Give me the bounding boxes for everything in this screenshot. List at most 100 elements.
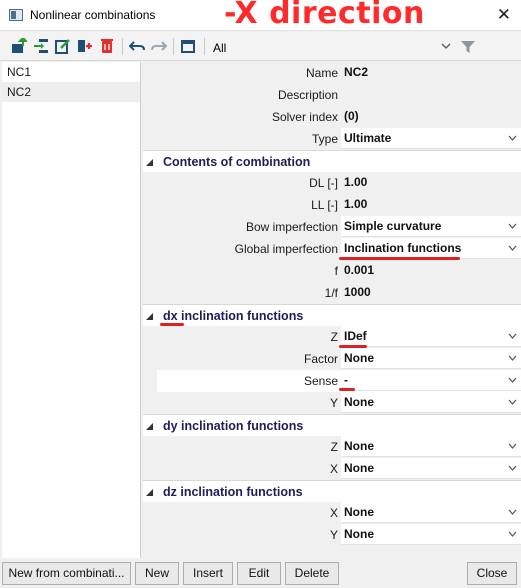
dz-x-select[interactable]: None [341, 502, 521, 523]
new-from-combination-button[interactable]: New from combinati... [2, 562, 131, 585]
annotation-underline [339, 388, 355, 391]
chevron-down-icon[interactable] [441, 42, 451, 50]
close-button[interactable]: Close [467, 562, 517, 585]
chevron-down-icon [508, 355, 517, 361]
property-label: f [334, 264, 338, 278]
property-dy-z: Z None [157, 436, 521, 458]
delete-button[interactable]: Delete [285, 562, 339, 585]
copy-icon[interactable] [77, 38, 93, 54]
new-item-icon[interactable] [11, 38, 27, 54]
section-dz-inclination-functions[interactable]: dz inclination functions [143, 480, 521, 502]
dy-x-select[interactable]: None [341, 458, 521, 479]
property-label: DL [-] [309, 176, 338, 190]
property-name: Name NC2 [157, 62, 521, 84]
property-label: Bow imperfection [245, 220, 338, 234]
insert-icon[interactable] [33, 38, 49, 54]
redo-icon[interactable] [151, 38, 167, 54]
undo-icon[interactable] [129, 38, 145, 54]
dx-z-select[interactable]: IDef [341, 326, 521, 347]
chevron-down-icon [508, 399, 517, 405]
type-value: Ultimate [344, 131, 392, 145]
type-select[interactable]: Ultimate [341, 128, 521, 149]
global-imperfection-value: Inclination functions [344, 241, 462, 255]
dz-y-select[interactable]: None [341, 524, 521, 545]
collapse-triangle-icon[interactable] [146, 423, 153, 430]
dx-y-select[interactable]: None [341, 392, 521, 413]
edit-icon[interactable] [55, 38, 71, 54]
dz-y-value: None [344, 527, 374, 541]
list-item-nc2[interactable]: NC2 [2, 82, 140, 102]
property-dy-x: X None [157, 458, 521, 480]
dx-sense-value: - [344, 373, 348, 387]
list-item-nc1[interactable]: NC1 [2, 62, 140, 82]
section-title: dz inclination functions [163, 485, 303, 499]
section-title: dy inclination functions [163, 419, 304, 433]
dy-x-value: None [344, 461, 374, 475]
solver-index-value: (0) [344, 109, 359, 123]
property-ll: LL [-] 1.00 [157, 194, 521, 216]
filter-select[interactable]: All [213, 41, 226, 55]
property-label: Type [311, 132, 338, 146]
chevron-down-icon [508, 377, 517, 383]
property-bow-imperfection: Bow imperfection Simple curvature [157, 216, 521, 238]
global-imperfection-select[interactable]: Inclination functions [341, 238, 521, 259]
collapse-triangle-icon[interactable] [146, 313, 153, 320]
chevron-down-icon [508, 333, 517, 339]
name-field[interactable]: NC2 [341, 62, 521, 83]
property-one-over-f: 1/f 1000 [157, 282, 521, 304]
bow-imperfection-select[interactable]: Simple curvature [341, 216, 521, 237]
close-window-icon[interactable]: ✕ [497, 5, 511, 25]
property-dx-y: Y None [157, 392, 521, 414]
dx-z-value: IDef [344, 329, 367, 343]
chevron-down-icon [508, 245, 517, 251]
property-description: Description [157, 84, 521, 106]
property-label: X [329, 462, 338, 476]
ll-field[interactable]: 1.00 [341, 194, 521, 215]
dx-y-value: None [344, 395, 374, 409]
property-label: X [329, 506, 338, 520]
toolbar: All [0, 32, 521, 61]
dx-factor-value: None [344, 351, 374, 365]
dx-sense-select[interactable]: - [341, 370, 521, 391]
section-dy-inclination-functions[interactable]: dy inclination functions [143, 414, 521, 436]
property-label: Sense [303, 374, 338, 388]
property-f: f 0.001 [157, 260, 521, 282]
new-button[interactable]: New [135, 562, 179, 585]
property-label: Name [305, 66, 338, 80]
property-dz-y: Y None [157, 524, 521, 546]
dl-field[interactable]: 1.00 [341, 172, 521, 193]
collapse-triangle-icon[interactable] [146, 159, 153, 166]
f-value: 0.001 [344, 263, 375, 277]
combination-list: NC1 NC2 [2, 62, 141, 558]
filter-icon[interactable] [461, 40, 475, 54]
collapse-triangle-icon[interactable] [146, 489, 153, 496]
insert-button[interactable]: Insert [183, 562, 233, 585]
dy-z-select[interactable]: None [341, 436, 521, 457]
delete-icon[interactable] [99, 38, 115, 54]
section-contents-of-combination[interactable]: Contents of combination [143, 150, 521, 172]
property-label: Global imperfection [234, 242, 338, 256]
window-app-icon [9, 9, 23, 21]
property-dl: DL [-] 1.00 [157, 172, 521, 194]
direction-annotation: -X direction [224, 0, 425, 31]
chevron-down-icon [508, 531, 517, 537]
property-panel: Name NC2 Description Solver index (0) Ty… [143, 62, 521, 558]
property-label: Z [330, 440, 338, 454]
edit-button[interactable]: Edit [237, 562, 281, 585]
property-label: Factor [303, 352, 338, 366]
toolbar-separator [204, 38, 205, 55]
dx-factor-select[interactable]: None [341, 348, 521, 369]
chevron-down-icon [508, 509, 517, 515]
chevron-down-icon [508, 223, 517, 229]
window-title: Nonlinear combinations [30, 8, 156, 22]
section-dx-inclination-functions[interactable]: dx inclination functions [143, 304, 521, 326]
property-dx-factor: Factor None [157, 348, 521, 370]
chevron-down-icon [508, 465, 517, 471]
description-field[interactable] [341, 84, 521, 105]
property-label: Solver index [271, 110, 338, 124]
property-label: Z [330, 330, 338, 344]
table-icon[interactable] [180, 38, 196, 54]
property-label: Y [329, 396, 338, 410]
property-label: Y [329, 528, 338, 542]
title-bar: Nonlinear combinations -X direction ✕ [0, 0, 521, 31]
